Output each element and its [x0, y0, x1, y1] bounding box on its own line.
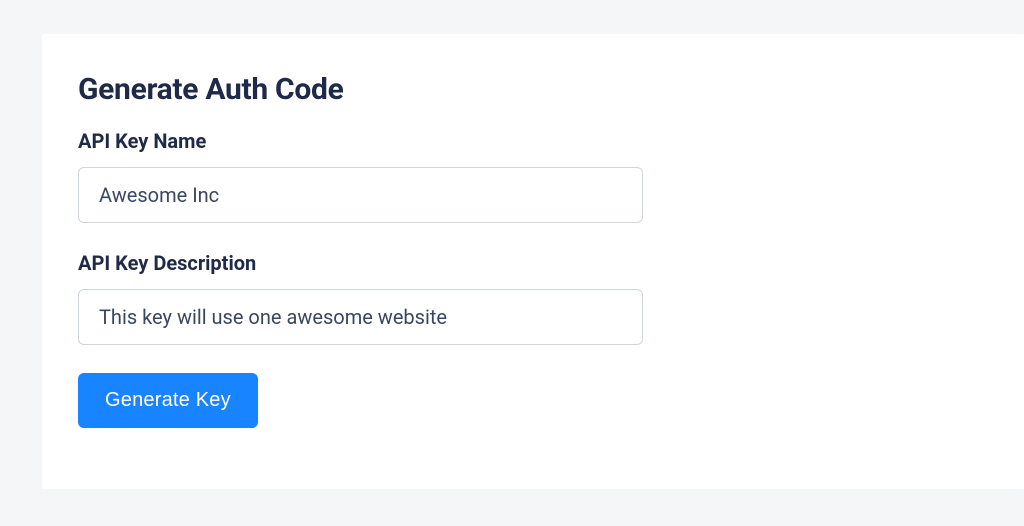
generate-key-button[interactable]: Generate Key	[78, 373, 258, 428]
api-key-description-field: API Key Description	[78, 251, 988, 345]
api-key-description-input[interactable]	[78, 289, 643, 345]
page-title: Generate Auth Code	[78, 72, 988, 107]
api-key-description-label: API Key Description	[78, 251, 988, 275]
api-key-name-label: API Key Name	[78, 129, 988, 153]
api-key-name-field: API Key Name	[78, 129, 988, 223]
generate-auth-code-card: Generate Auth Code API Key Name API Key …	[42, 34, 1024, 489]
api-key-name-input[interactable]	[78, 167, 643, 223]
